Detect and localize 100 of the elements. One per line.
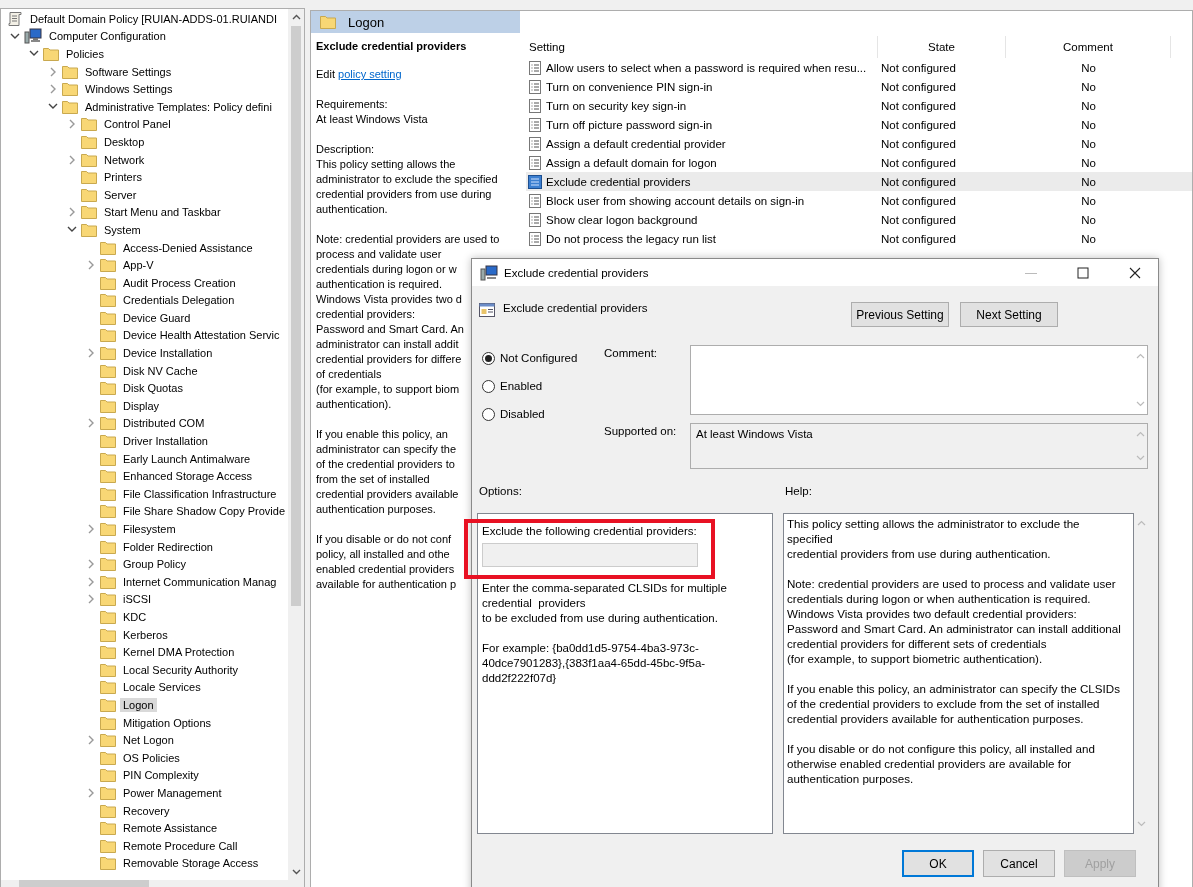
tree-item[interactable]: Mitigation Options bbox=[120, 715, 215, 730]
tree-item[interactable]: Driver Installation bbox=[120, 434, 211, 449]
policy-row[interactable]: Show clear logon background Not configured No bbox=[526, 210, 1192, 229]
tree-item[interactable]: App-V bbox=[120, 258, 157, 273]
chevron-down-icon[interactable] bbox=[67, 226, 77, 234]
tree-item[interactable]: OS Policies bbox=[120, 750, 183, 765]
folder-icon bbox=[62, 99, 78, 114]
policy-row[interactable]: Turn on convenience PIN sign-in Not configured No bbox=[526, 77, 1192, 96]
chevron-right-icon[interactable] bbox=[87, 559, 95, 570]
tree-item[interactable]: Net Logon bbox=[120, 733, 177, 748]
setting-icon bbox=[528, 136, 542, 151]
tree-item[interactable]: Enhanced Storage Access bbox=[120, 469, 256, 484]
chevron-right-icon[interactable] bbox=[87, 735, 95, 746]
nav-button[interactable]: Previous Setting bbox=[851, 302, 949, 327]
tree-item[interactable]: Credentials Delegation bbox=[120, 293, 238, 308]
tree-item[interactable]: Audit Process Creation bbox=[120, 275, 239, 290]
tree-item[interactable]: Network bbox=[101, 152, 148, 167]
tree-item[interactable]: Windows Settings bbox=[82, 82, 176, 97]
chevron-right-icon[interactable] bbox=[68, 119, 76, 130]
tree-item[interactable]: Device Health Attestation Servic bbox=[120, 328, 283, 343]
tree-item[interactable]: KDC bbox=[120, 610, 150, 624]
chevron-right-icon[interactable] bbox=[87, 576, 95, 587]
tree-item[interactable]: Kernel DMA Protection bbox=[120, 645, 238, 660]
policy-row[interactable]: Turn off picture password sign-in Not configured No bbox=[526, 115, 1192, 134]
tree-item[interactable]: Kerberos bbox=[120, 627, 171, 642]
tree-item[interactable]: Disk Quotas bbox=[120, 381, 186, 396]
chevron-right-icon[interactable] bbox=[49, 84, 57, 95]
scroll-up-icon[interactable] bbox=[291, 14, 301, 20]
horizontal-scrollbar[interactable] bbox=[1, 880, 304, 887]
radio-option[interactable]: Enabled bbox=[482, 377, 543, 395]
policy-row[interactable]: Assign a default domain for logon Not configured No bbox=[526, 153, 1192, 172]
tree-item[interactable]: Device Guard bbox=[120, 310, 194, 325]
tree-item[interactable]: Filesystem bbox=[120, 522, 179, 536]
tree-item[interactable]: Software Settings bbox=[82, 64, 175, 79]
policy-row[interactable]: Block user from showing account details on sign-in Not configured No bbox=[526, 191, 1192, 210]
nav-button[interactable]: Next Setting bbox=[960, 302, 1058, 327]
radio-option[interactable]: Disabled bbox=[482, 405, 545, 423]
policy-setting-link[interactable]: policy setting bbox=[338, 68, 402, 80]
chevron-right-icon[interactable] bbox=[87, 260, 95, 271]
close-icon[interactable] bbox=[1129, 266, 1141, 279]
tree-item[interactable]: Remote Assistance bbox=[120, 821, 221, 836]
chevron-right-icon[interactable] bbox=[68, 154, 76, 165]
column-header[interactable]: State bbox=[878, 36, 1006, 58]
maximize-icon[interactable] bbox=[1077, 266, 1089, 279]
dialog-button[interactable]: OK bbox=[902, 850, 974, 877]
chevron-right-icon[interactable] bbox=[87, 418, 95, 429]
tree-item[interactable]: Locale Services bbox=[120, 680, 204, 695]
policy-row[interactable]: Do not process the legacy run list Not configured No bbox=[526, 229, 1192, 248]
tree-item[interactable]: Removable Storage Access bbox=[120, 856, 262, 871]
radio-option[interactable]: Not Configured bbox=[482, 349, 578, 367]
chevron-down-icon[interactable] bbox=[29, 50, 39, 58]
tree-item[interactable]: Control Panel bbox=[101, 117, 174, 132]
tree-item[interactable]: Logon bbox=[120, 697, 157, 712]
computer-icon bbox=[24, 28, 42, 45]
tree-item[interactable]: File Classification Infrastructure bbox=[120, 486, 280, 501]
tree-item[interactable]: Folder Redirection bbox=[120, 539, 216, 554]
tree-item[interactable]: Printers bbox=[101, 170, 145, 185]
policy-row[interactable]: Exclude credential providers Not configured No bbox=[526, 172, 1192, 191]
tree-item[interactable]: Group Policy bbox=[120, 557, 189, 572]
chevron-right-icon[interactable] bbox=[87, 787, 95, 798]
column-header[interactable]: Comment bbox=[1006, 36, 1171, 58]
setting-icon bbox=[528, 212, 542, 227]
scroll-down-icon[interactable] bbox=[291, 869, 301, 875]
tree-item[interactable]: Local Security Authority bbox=[120, 662, 241, 677]
tree-item[interactable]: Start Menu and Taskbar bbox=[101, 205, 224, 220]
tree-item[interactable]: Server bbox=[101, 187, 140, 202]
tree-item[interactable]: Policies bbox=[63, 47, 107, 61]
chevron-right-icon[interactable] bbox=[68, 207, 76, 218]
tree-item[interactable]: Recovery bbox=[120, 803, 173, 818]
tree-item[interactable]: Disk NV Cache bbox=[120, 363, 201, 378]
chevron-right-icon[interactable] bbox=[87, 594, 95, 605]
tree-item[interactable]: Default Domain Policy [RUIAN-ADDS-01.RUIANDI bbox=[27, 11, 280, 26]
chevron-down-icon[interactable] bbox=[10, 32, 20, 40]
tree-item[interactable]: Remote Procedure Call bbox=[120, 838, 241, 853]
tree-item[interactable]: Early Launch Antimalware bbox=[120, 451, 254, 466]
tree-item[interactable]: Desktop bbox=[101, 134, 148, 149]
dialog-button[interactable]: Cancel bbox=[983, 850, 1055, 877]
tree-item[interactable]: Internet Communication Manag bbox=[120, 574, 280, 589]
tree-item[interactable]: System bbox=[101, 222, 144, 237]
tree-item[interactable]: Administrative Templates: Policy defini bbox=[82, 99, 275, 114]
tree-item[interactable]: File Share Shadow Copy Provide bbox=[120, 504, 289, 519]
chevron-down-icon[interactable] bbox=[48, 103, 58, 111]
scrollbar-thumb[interactable] bbox=[19, 880, 149, 887]
tree-item[interactable]: Power Management bbox=[120, 785, 225, 800]
chevron-right-icon[interactable] bbox=[49, 66, 57, 77]
chevron-right-icon[interactable] bbox=[87, 348, 95, 359]
column-header[interactable]: Setting bbox=[526, 36, 878, 58]
tree-item[interactable]: Access-Denied Assistance bbox=[120, 240, 256, 255]
tree-item[interactable]: iSCSI bbox=[120, 592, 155, 607]
tree-item[interactable]: PIN Complexity bbox=[120, 768, 202, 783]
tree-item[interactable]: Display bbox=[120, 398, 163, 413]
policy-row[interactable]: Allow users to select when a password is required when resu... Not configured No bbox=[526, 58, 1192, 77]
policy-row[interactable]: Turn on security key sign-in Not configured No bbox=[526, 96, 1192, 115]
tree-item[interactable]: Computer Configuration bbox=[46, 29, 169, 44]
tree-item[interactable]: Distributed COM bbox=[120, 416, 208, 431]
chevron-right-icon[interactable] bbox=[87, 524, 95, 534]
scrollbar-thumb[interactable] bbox=[291, 26, 301, 606]
vertical-scrollbar[interactable] bbox=[288, 9, 304, 880]
tree-item[interactable]: Device Installation bbox=[120, 346, 216, 361]
policy-row[interactable]: Assign a default credential provider Not configured No bbox=[526, 134, 1192, 153]
